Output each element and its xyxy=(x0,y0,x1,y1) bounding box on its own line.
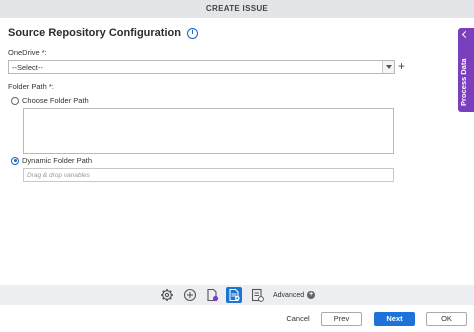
dynamic-folder-option[interactable]: Dynamic Folder Path xyxy=(11,156,92,165)
next-button[interactable]: Next xyxy=(374,312,415,326)
folder-path-textarea[interactable] xyxy=(23,108,394,154)
add-connection-button[interactable]: + xyxy=(398,59,405,73)
checklist-icon[interactable] xyxy=(249,287,265,303)
plus-circle-icon: + xyxy=(307,291,316,299)
cancel-button[interactable]: Cancel xyxy=(282,313,314,327)
choose-folder-option[interactable]: Choose Folder Path xyxy=(11,96,89,105)
add-circle-icon[interactable] xyxy=(182,287,198,303)
page-heading: Source Repository Configuration i xyxy=(8,27,198,39)
choose-folder-radio[interactable] xyxy=(11,96,19,105)
dynamic-folder-label: Dynamic Folder Path xyxy=(22,156,93,165)
process-data-tab[interactable]: Process Data xyxy=(458,28,474,112)
document-settings-icon[interactable] xyxy=(204,287,220,303)
ok-button[interactable]: OK xyxy=(426,312,467,326)
advanced-button[interactable]: Advanced + xyxy=(273,291,316,299)
folder-path-label: Folder Path *: xyxy=(8,82,54,91)
onedrive-select-value: --Select-- xyxy=(12,63,43,72)
dynamic-folder-radio[interactable] xyxy=(11,156,19,165)
window-title: CREATE ISSUE xyxy=(0,0,474,18)
source-config-icon[interactable] xyxy=(226,287,242,303)
onedrive-label: OneDrive *: xyxy=(8,48,47,57)
choose-folder-label: Choose Folder Path xyxy=(22,96,89,105)
advanced-label: Advanced xyxy=(273,291,305,299)
process-data-label: Process Data xyxy=(459,58,468,106)
chevron-left-icon xyxy=(461,30,470,39)
dynamic-folder-input[interactable]: Drag & drop variables xyxy=(23,168,394,182)
gear-icon[interactable] xyxy=(159,287,175,303)
dynamic-folder-placeholder: Drag & drop variables xyxy=(27,171,90,179)
bottom-toolbar: Advanced + xyxy=(0,285,474,305)
prev-button[interactable]: Prev xyxy=(321,312,362,326)
onedrive-select[interactable]: --Select-- xyxy=(8,60,395,74)
page-title: Source Repository Configuration xyxy=(8,27,181,39)
info-icon[interactable]: i xyxy=(186,27,198,39)
dropdown-arrow-button[interactable] xyxy=(382,61,394,73)
chevron-down-icon xyxy=(386,65,392,69)
